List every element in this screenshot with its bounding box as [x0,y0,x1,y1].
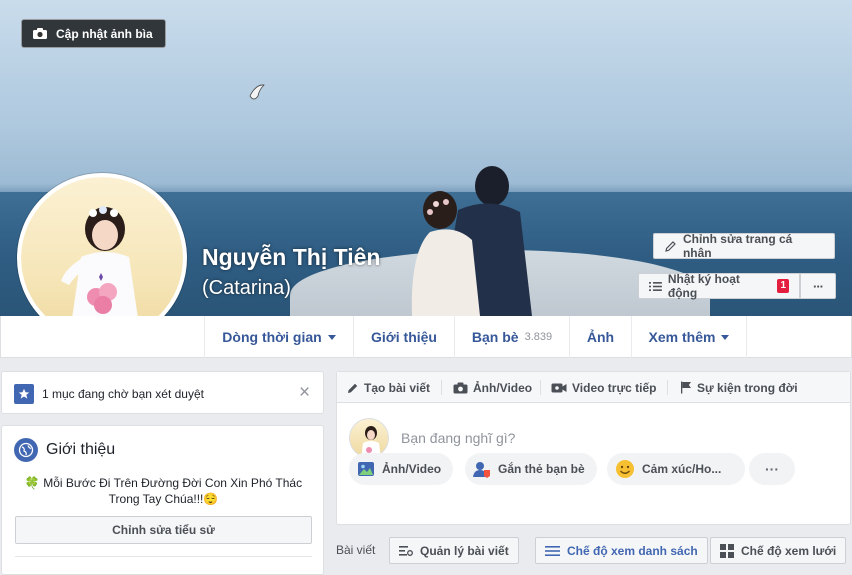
posts-label: Bài viết [336,543,376,557]
tab-live-video-label: Video trực tiếp [572,380,657,395]
list-view-label: Chế độ xem danh sách [567,543,698,558]
intro-card: Giới thiệu 🍀 Mỗi Bước Đi Trên Đường Đời … [1,425,324,575]
bio-line-1: Mỗi Bước Đi Trên Đường Đời Con Xin Phó T… [43,476,303,490]
feeling-activity-button[interactable]: Cảm xúc/Ho... [607,453,745,485]
tab-photo-video[interactable]: Ảnh/Video [453,372,532,403]
video-camera-icon [551,383,567,392]
activity-log-label: Nhật ký hoạt động [667,272,740,300]
bio-line-2: Trong Tay Chúa!!! [108,492,204,506]
tab-about[interactable]: Giới thiệu [353,316,454,358]
seagull-graphic [249,84,265,100]
clover-emoji: 🍀 [24,476,40,490]
divider [540,380,541,395]
bio-text: 🍀 Mỗi Bước Đi Trên Đường Đời Con Xin Phó… [2,475,325,507]
tab-friends-label: Bạn bè [471,329,519,345]
photo-video-label: Ảnh/Video [382,462,442,476]
tab-life-event-label: Sự kiện trong đời [697,380,798,395]
tab-timeline-label: Dòng thời gian [222,329,322,345]
list-icon [649,281,662,291]
edit-bio-button[interactable]: Chỉnh sửa tiểu sử [15,516,312,544]
edit-profile-button[interactable]: Chỉnh sửa trang cá nhân [653,232,835,260]
activity-log-button[interactable]: Nhật ký hoạt động 1 [638,272,800,300]
intro-title: Giới thiệu [46,441,116,458]
photo-icon [358,462,374,476]
grid-view-button[interactable]: Chế độ xem lưới [710,537,847,564]
activity-log-badge: 1 [777,279,789,293]
profile-nav: Dòng thời gian Giới thiệu Bạn bè 3.839 Ả… [0,316,852,358]
chevron-down-icon [721,334,730,340]
update-cover-label: Cập nhật ảnh bìa [56,26,153,41]
tab-more[interactable]: Xem thêm [631,316,747,358]
divider [441,380,442,395]
cover-more-button[interactable]: ··· [800,273,836,299]
photo-video-button[interactable]: Ảnh/Video [349,453,454,485]
tab-photo-video-label: Ảnh/Video [473,380,533,395]
flag-icon [681,381,691,394]
composer-more-button[interactable]: ··· [749,453,795,485]
couple-graphic [411,166,532,316]
friends-count: 3.839 [524,331,553,343]
divider [15,556,312,557]
tab-photos[interactable]: Ảnh [569,316,631,358]
pencil-icon [348,383,358,393]
pencil-icon [665,240,676,252]
star-icon [14,384,34,404]
close-icon[interactable]: × [299,383,310,403]
update-cover-button[interactable]: Cập nhật ảnh bìa [21,19,166,48]
grid-view-icon [720,543,734,558]
avatar-portrait-graphic [61,206,141,339]
profile-name[interactable]: Nguyễn Thị Tiên [202,244,380,271]
manage-posts-icon [399,545,413,556]
tag-friends-button[interactable]: Gắn thẻ bạn bè [465,453,597,485]
tab-more-label: Xem thêm [648,329,716,345]
avatar [349,418,389,458]
tab-friends[interactable]: Bạn bè 3.839 [454,316,569,358]
camera-icon [453,382,468,393]
tab-photos-label: Ảnh [586,329,615,345]
list-view-button[interactable]: Chế độ xem danh sách [535,537,708,564]
profile-alternate-name: (Catarina) [202,277,291,299]
edit-profile-label: Chỉnh sửa trang cá nhân [682,232,793,260]
chevron-down-icon [327,334,336,340]
tag-friends-label: Gắn thẻ bạn bè [498,462,585,476]
divider [667,380,668,395]
relieved-emoji: 😌 [203,492,219,506]
tab-live-video[interactable]: Video trực tiếp [551,372,657,403]
edit-bio-label: Chỉnh sửa tiểu sử [112,523,215,537]
tab-create-post[interactable]: Tạo bài viết [347,372,430,403]
manage-posts-button[interactable]: Quản lý bài viết [389,537,519,564]
tab-create-post-label: Tạo bài viết [364,380,431,395]
manage-posts-label: Quản lý bài viết [420,543,509,558]
globe-icon [14,438,38,462]
grid-view-label: Chế độ xem lưới [741,543,837,558]
camera-icon [33,28,47,39]
tag-friends-icon [473,461,490,478]
post-input[interactable]: Bạn đang nghĩ gì? [401,430,515,446]
tab-life-event[interactable]: Sự kiện trong đời [680,372,798,403]
more-icon: ··· [765,461,779,477]
list-view-icon [545,545,560,556]
smiley-icon [616,460,634,478]
composer-card: Tạo bài viết Ảnh/Video Video trực tiếp S… [336,371,851,525]
feeling-activity-label: Cảm xúc/Ho... [642,462,722,476]
pending-review-card[interactable]: 1 mục đang chờ bạn xét duyệt × [1,371,324,414]
tab-about-label: Giới thiệu [371,329,437,345]
pending-review-text: 1 mục đang chờ bạn xét duyệt [42,387,204,401]
tab-timeline[interactable]: Dòng thời gian [204,316,353,358]
more-icon: ··· [813,278,824,294]
